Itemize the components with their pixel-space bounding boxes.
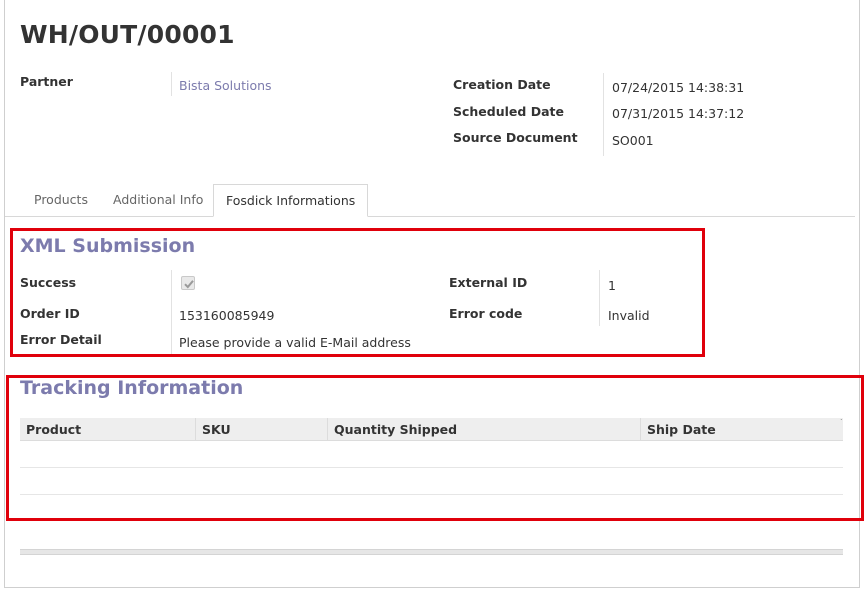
notebook-tabs: Products Additional Info Fosdick Informa… bbox=[5, 184, 855, 217]
partner-label: Partner bbox=[20, 74, 73, 89]
scheduled-date-value: 07/31/2015 14:37:12 bbox=[612, 106, 745, 121]
partner-link[interactable]: Bista Solutions bbox=[179, 78, 272, 93]
xml-submission-highlight bbox=[10, 228, 705, 357]
tab-products[interactable]: Products bbox=[34, 184, 88, 216]
source-document-value: SO001 bbox=[612, 133, 654, 148]
tab-additional-info[interactable]: Additional Info bbox=[113, 184, 203, 216]
source-document-label: Source Document bbox=[453, 130, 578, 145]
creation-date-value: 07/24/2015 14:38:31 bbox=[612, 80, 745, 95]
dates-divider bbox=[603, 73, 604, 156]
form-footer-bar bbox=[20, 549, 843, 555]
tracking-highlight bbox=[6, 375, 864, 521]
partner-divider bbox=[171, 72, 172, 96]
creation-date-label: Creation Date bbox=[453, 77, 551, 92]
tab-fosdick-informations[interactable]: Fosdick Informations bbox=[213, 184, 369, 217]
record-title: WH/OUT/00001 bbox=[20, 20, 235, 49]
scheduled-date-label: Scheduled Date bbox=[453, 104, 564, 119]
